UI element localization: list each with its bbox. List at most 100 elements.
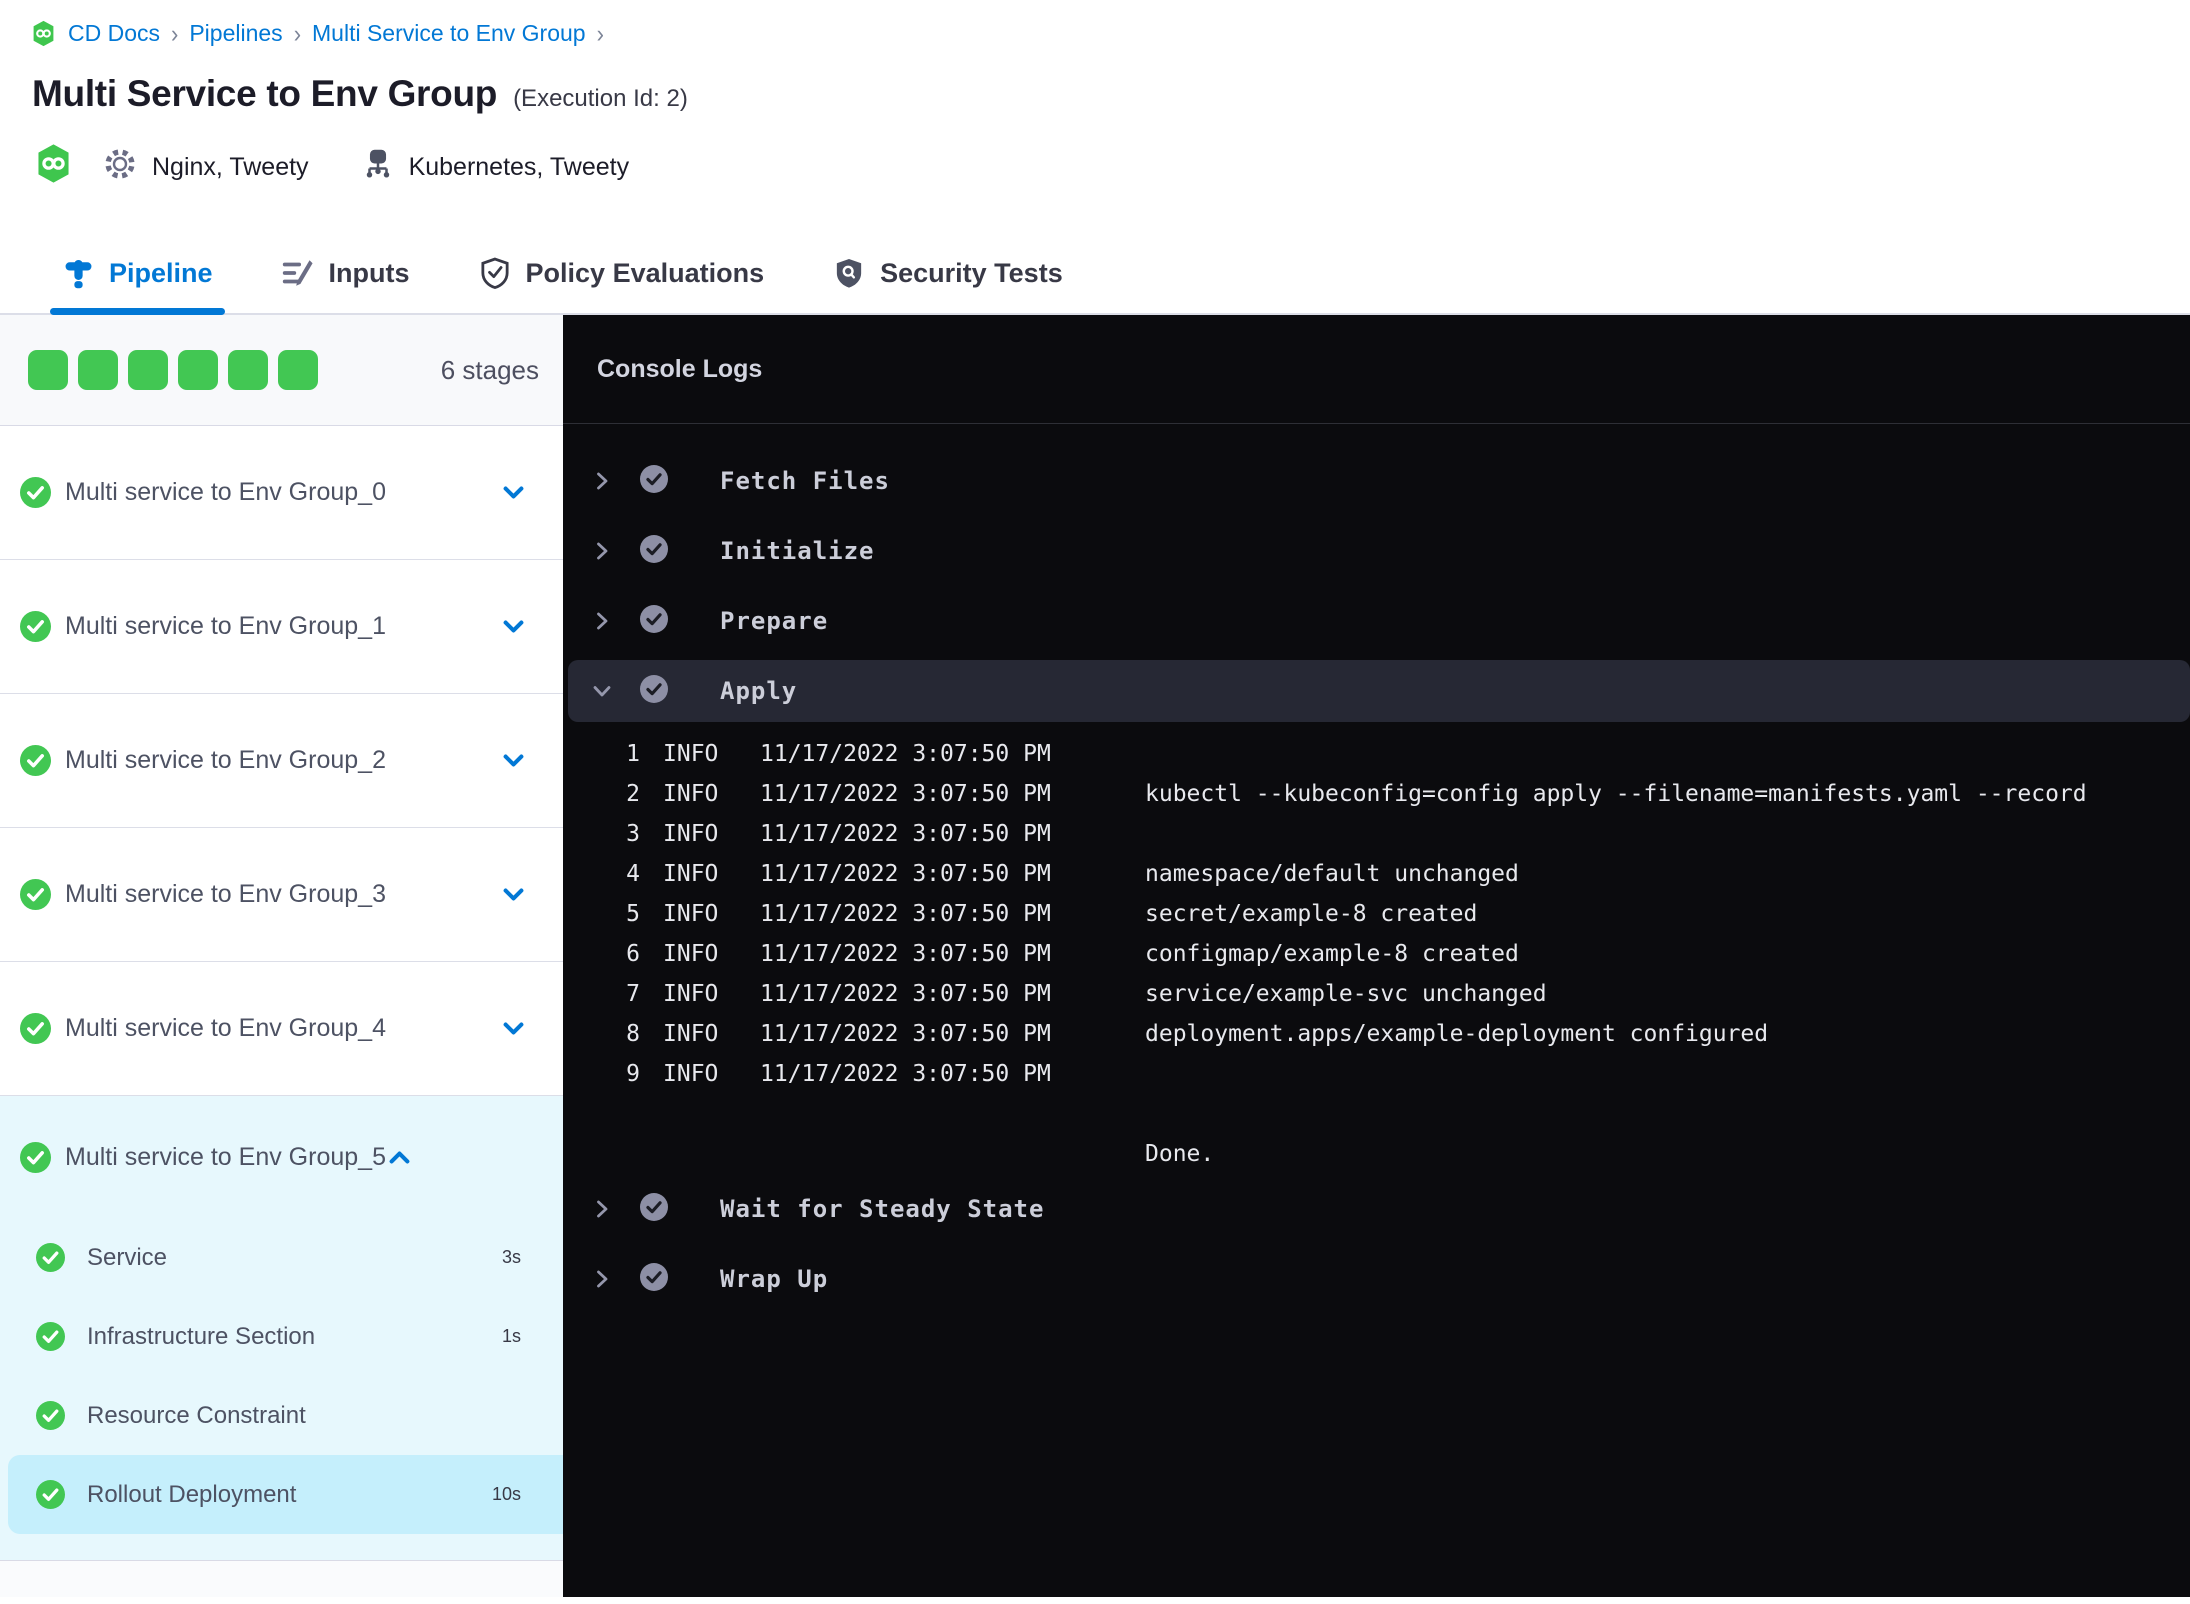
stage-status-square (228, 350, 268, 390)
chevron-right-icon[interactable] (590, 469, 614, 493)
log-level: INFO (663, 981, 719, 1007)
breadcrumb-link-1[interactable]: Pipelines (189, 20, 282, 47)
step-row-infrastructure-section[interactable]: Infrastructure Section 1s (0, 1297, 563, 1376)
stage-row-5[interactable]: Multi service to Env Group_5 (0, 1096, 563, 1218)
log-section-prepare[interactable]: Prepare (563, 586, 2190, 656)
log-timestamp: 11/17/2022 3:07:50 PM (760, 741, 1051, 767)
log-level: INFO (663, 1021, 719, 1047)
step-row-service[interactable]: Service 3s (0, 1218, 563, 1297)
console-logs-panel: Console Logs Fetch Files Initialize Prepar… (563, 315, 2190, 1597)
tab-inputs[interactable]: Inputs (281, 233, 410, 313)
log-level: INFO (663, 1061, 719, 1087)
success-check-icon (20, 477, 51, 508)
page-header: CD Docs › Pipelines › Multi Service to Env G… (0, 0, 2190, 315)
log-line-number: 6 (626, 941, 640, 967)
title-row: Multi Service to Env Group (Execution Id… (0, 47, 2190, 115)
breadcrumb-link-2[interactable]: Multi Service to Env Group (312, 20, 586, 47)
step-duration: 10s (491, 1484, 521, 1504)
step-label: Infrastructure Section (87, 1322, 316, 1350)
stage-group-expanded: Multi service to Env Group_5 Service 3s Inf… (0, 1096, 563, 1561)
chevron-right-icon[interactable] (590, 1267, 614, 1291)
stage-status-square (128, 350, 168, 390)
log-line-tail: Done. (590, 1134, 2190, 1174)
stage-row-1[interactable]: Multi service to Env Group_1 (0, 560, 563, 694)
step-success-check-icon (640, 465, 668, 493)
stage-row-4[interactable]: Multi service to Env Group_4 (0, 962, 563, 1096)
stage-status-square (28, 350, 68, 390)
chevron-up-icon[interactable] (386, 1144, 413, 1171)
tab-label: Inputs (328, 257, 410, 288)
log-section-title: Fetch Files (720, 467, 890, 495)
log-section-wrap-up[interactable]: Wrap Up (563, 1244, 2190, 1314)
step-row-rollout-deployment[interactable]: Rollout Deployment 10s (8, 1455, 563, 1534)
stage-row-2[interactable]: Multi service to Env Group_2 (0, 694, 563, 828)
harness-logo-icon (38, 144, 69, 183)
breadcrumb-separator: › (171, 18, 179, 48)
harness-logo-icon (33, 20, 54, 47)
log-line: 9 INFO 11/17/2022 3:07:50 PM (590, 1054, 2190, 1094)
log-line-number: 9 (626, 1061, 640, 1087)
chevron-down-icon[interactable] (500, 881, 527, 908)
success-check-icon (36, 1480, 65, 1509)
breadcrumb-link-0[interactable]: CD Docs (68, 20, 160, 47)
tab-policy-evaluations[interactable]: Policy Evaluations (478, 233, 764, 313)
log-level: INFO (663, 941, 719, 967)
log-timestamp: 11/17/2022 3:07:50 PM (760, 781, 1051, 807)
chevron-right-icon[interactable] (590, 609, 614, 633)
log-line-number: 3 (626, 821, 640, 847)
log-message: service/example-svc unchanged (1145, 981, 1547, 1007)
log-section-title: Apply (720, 677, 798, 705)
log-line-number: 8 (626, 1021, 640, 1047)
tab-security-tests[interactable]: Security Tests (832, 233, 1063, 313)
chevron-down-icon[interactable] (500, 479, 527, 506)
log-message: configmap/example-8 created (1145, 941, 1519, 967)
pipeline-tab-icon (65, 259, 92, 288)
log-line: 4 INFO 11/17/2022 3:07:50 PM namespace/defa… (590, 854, 2190, 894)
log-line-number: 4 (626, 861, 640, 887)
stage-label: Multi service to Env Group_5 (65, 1142, 386, 1171)
step-success-check-icon (640, 535, 668, 563)
log-timestamp: 11/17/2022 3:07:50 PM (760, 981, 1051, 1007)
log-message: secret/example-8 created (1145, 901, 1478, 927)
log-level: INFO (663, 781, 719, 807)
environments-label: Kubernetes, Tweety (408, 152, 630, 181)
step-row-resource-constraint[interactable]: Resource Constraint (0, 1376, 563, 1455)
pipeline-execution-page: CD Docs › Pipelines › Multi Service to Env G… (0, 0, 2190, 1604)
stage-label: Multi service to Env Group_2 (65, 746, 386, 774)
step-label: Resource Constraint (87, 1401, 306, 1429)
stage-row-0[interactable]: Multi service to Env Group_0 (0, 426, 563, 560)
step-success-check-icon (640, 1193, 668, 1221)
stage-status-square (178, 350, 218, 390)
execution-meta-row: Nginx, Tweety Kubernetes, Tweety (0, 115, 2190, 191)
stage-row-3[interactable]: Multi service to Env Group_3 (0, 828, 563, 962)
tab-pipeline[interactable]: Pipeline (50, 233, 225, 315)
log-section-wait-for-steady-state[interactable]: Wait for Steady State (563, 1174, 2190, 1244)
step-success-check-icon (640, 1263, 668, 1291)
chevron-down-icon[interactable] (590, 679, 614, 703)
chevron-down-icon[interactable] (500, 747, 527, 774)
services-label: Nginx, Tweety (152, 152, 309, 181)
chevron-down-icon[interactable] (500, 1015, 527, 1042)
log-section-initialize[interactable]: Initialize (563, 516, 2190, 586)
inputs-tab-icon (282, 260, 313, 286)
step-success-check-icon (640, 605, 668, 633)
success-check-icon (20, 879, 51, 910)
log-section-apply[interactable]: Apply (568, 660, 2190, 722)
log-message: kubectl --kubeconfig=config apply --file… (1145, 781, 2087, 807)
page-title: Multi Service to Env Group (32, 73, 498, 114)
log-message: Done. (1145, 1141, 1215, 1167)
stages-count: 6 stages (440, 354, 539, 385)
log-section-fetch-files[interactable]: Fetch Files (563, 446, 2190, 516)
chevron-right-icon[interactable] (590, 1197, 614, 1221)
step-label: Rollout Deployment (87, 1480, 297, 1508)
chevron-down-icon[interactable] (500, 613, 527, 640)
stage-progress-squares (28, 350, 318, 390)
success-check-icon (36, 1401, 65, 1430)
breadcrumb: CD Docs › Pipelines › Multi Service to Env G… (0, 0, 2190, 47)
log-line: 2 INFO 11/17/2022 3:07:50 PM kubectl --kube… (590, 774, 2190, 814)
log-line-number: 7 (626, 981, 640, 1007)
chevron-right-icon[interactable] (590, 539, 614, 563)
stage-label: Multi service to Env Group_0 (65, 478, 386, 506)
execution-id: (Execution Id: 2) (513, 85, 688, 112)
log-timestamp: 11/17/2022 3:07:50 PM (760, 901, 1051, 927)
